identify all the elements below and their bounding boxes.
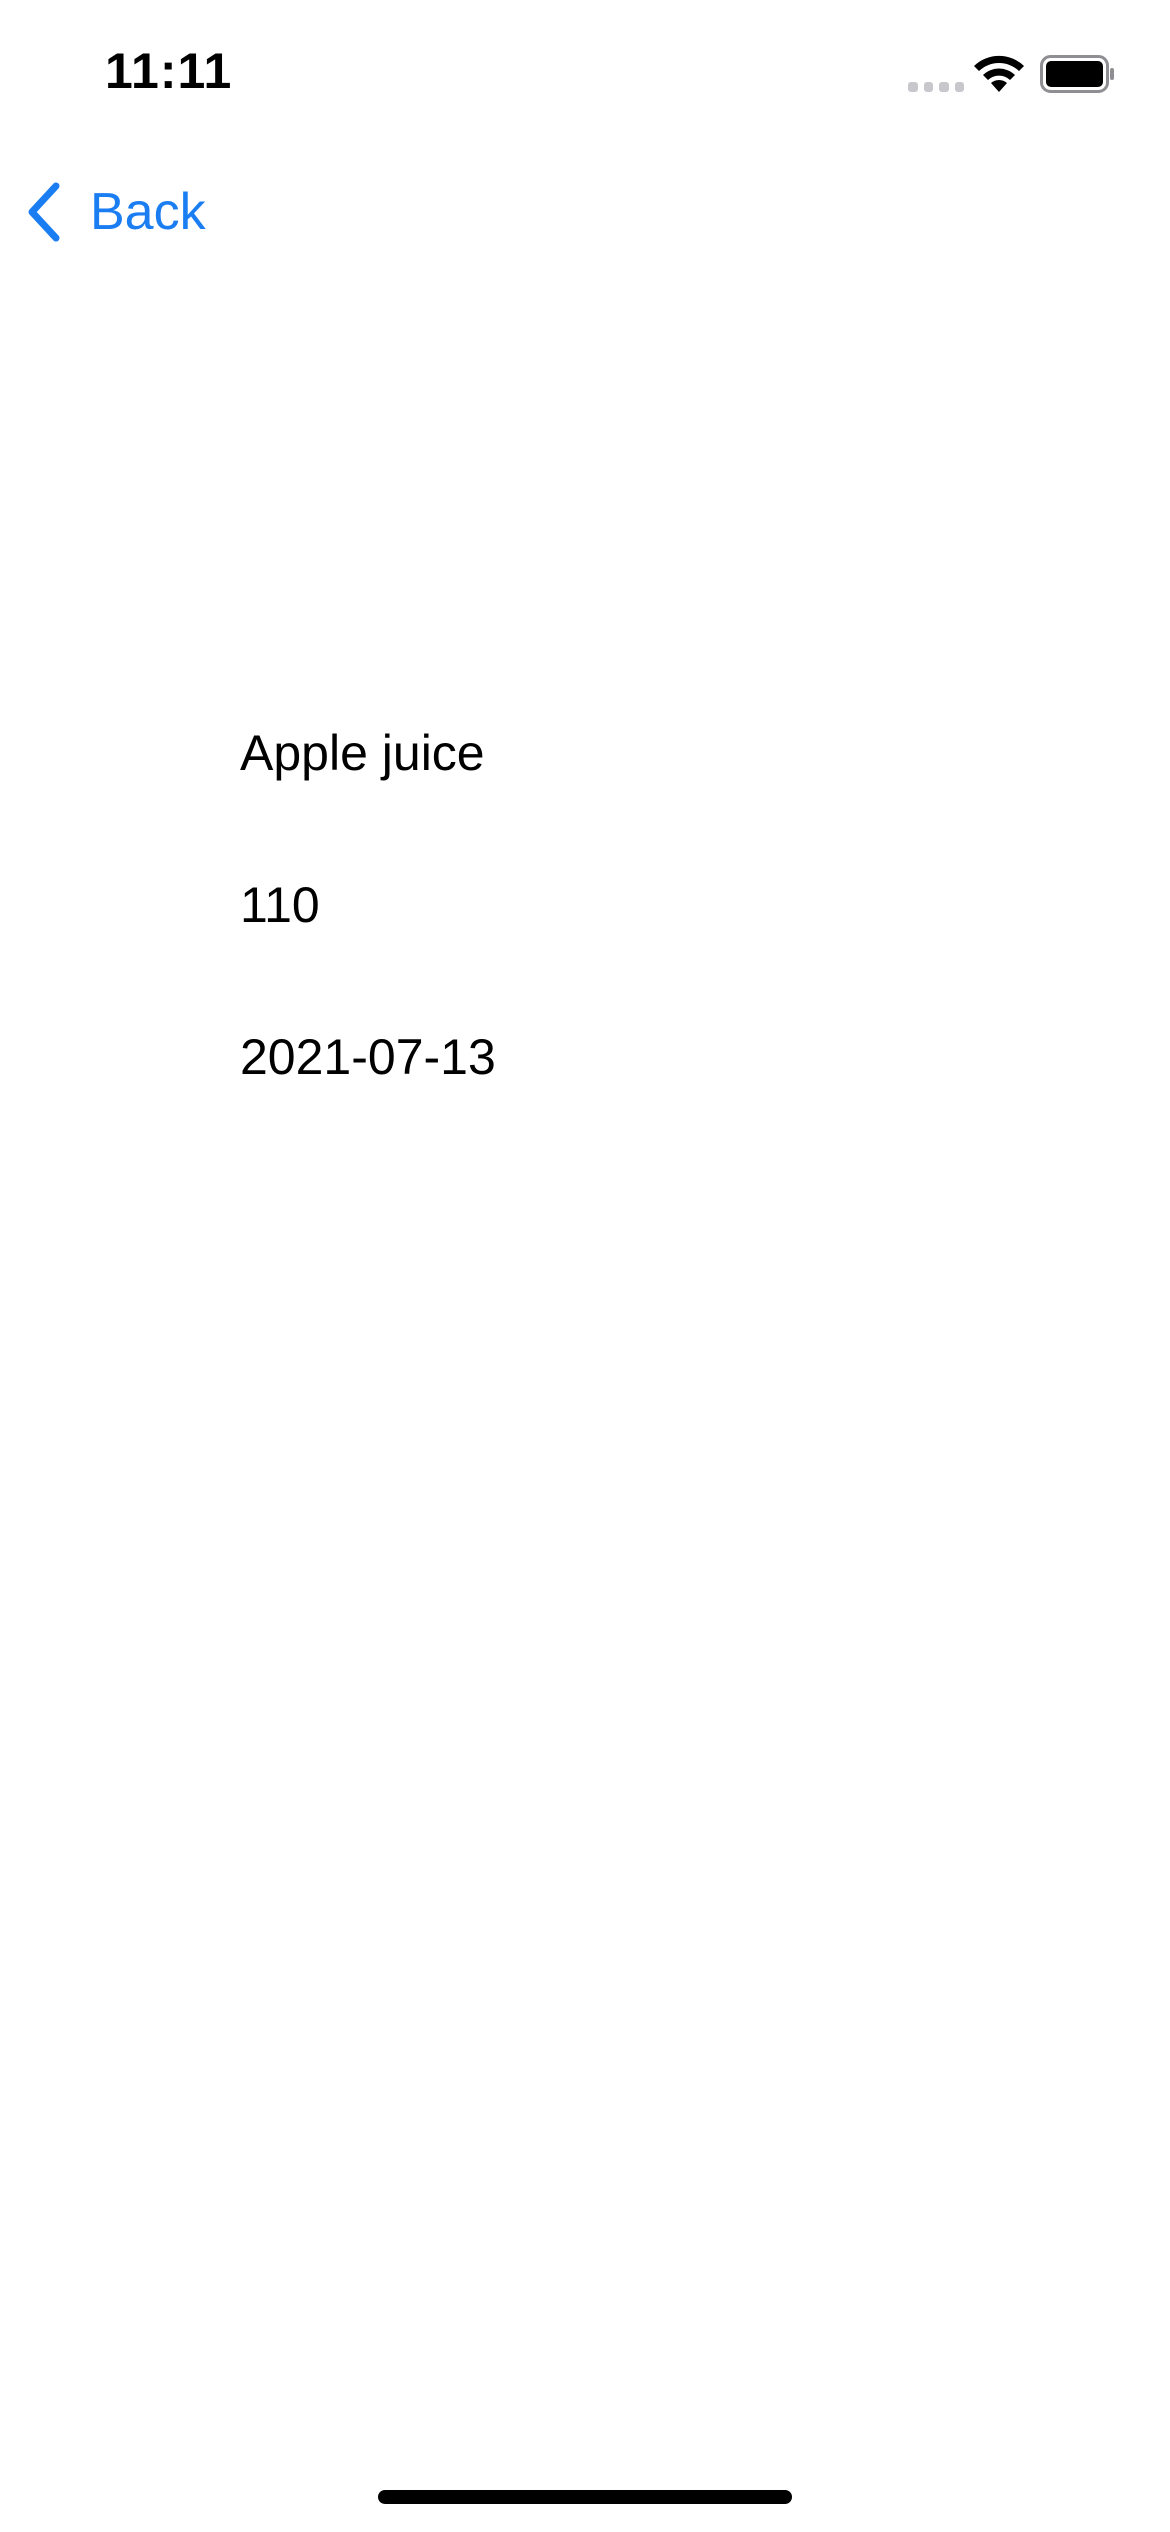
- navigation-bar: Back: [0, 150, 1170, 270]
- wifi-icon: [974, 55, 1024, 92]
- item-name: Apple juice: [240, 725, 485, 781]
- item-value: 110: [240, 877, 320, 933]
- app-screen: 11:11 Back Apple juice 110 2021-07-13: [0, 0, 1170, 2532]
- status-time: 11:11: [105, 43, 233, 99]
- status-bar: 11:11: [0, 0, 1170, 150]
- back-label: Back: [90, 183, 206, 241]
- back-button[interactable]: Back: [22, 172, 206, 252]
- battery-icon: [1040, 55, 1114, 93]
- chevron-left-icon: [28, 182, 60, 242]
- home-indicator: [378, 2490, 792, 2504]
- cellular-signal-icon: [908, 80, 964, 94]
- item-detail: Apple juice 110 2021-07-13: [240, 720, 1040, 1176]
- item-date: 2021-07-13: [240, 1029, 496, 1085]
